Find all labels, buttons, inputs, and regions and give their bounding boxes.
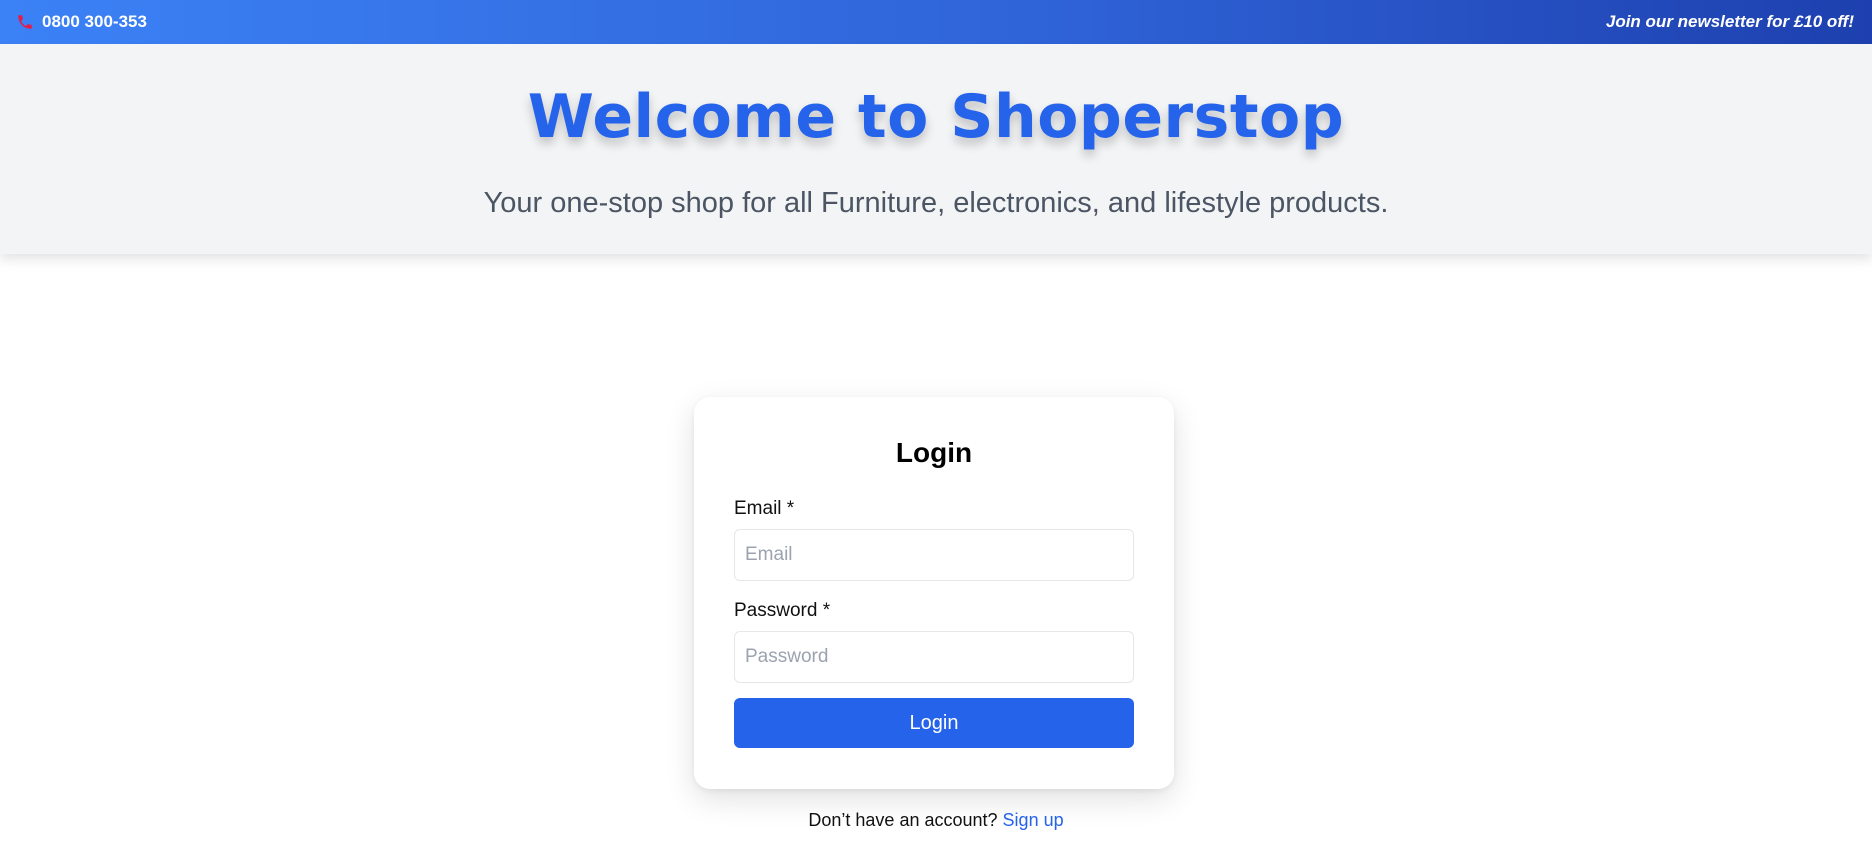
signup-prompt-text: Don’t have an account? bbox=[808, 810, 998, 830]
phone-contact[interactable]: 0800 300-353 bbox=[16, 12, 147, 32]
page-title: Welcome to Shoperstop bbox=[527, 82, 1345, 152]
phone-number: 0800 300-353 bbox=[42, 12, 147, 31]
hero-banner: Welcome to Shoperstop Your one-stop shop… bbox=[0, 44, 1872, 254]
email-field[interactable] bbox=[734, 529, 1134, 581]
phone-icon bbox=[16, 13, 34, 31]
email-label: Email * bbox=[734, 498, 795, 519]
newsletter-promo[interactable]: Join our newsletter for £10 off! bbox=[1606, 12, 1854, 32]
password-field[interactable] bbox=[734, 631, 1134, 683]
password-label: Password * bbox=[734, 600, 831, 621]
signup-link[interactable]: Sign up bbox=[1003, 810, 1064, 830]
login-title: Login bbox=[895, 437, 973, 468]
login-card: Login Email * Password * Login bbox=[694, 397, 1174, 789]
page-subtitle: Your one-stop shop for all Furniture, el… bbox=[483, 187, 1389, 219]
top-bar: 0800 300-353 Join our newsletter for £10… bbox=[0, 0, 1872, 44]
signup-prompt: Don’t have an account? Sign up bbox=[0, 810, 1872, 831]
login-button[interactable]: Login bbox=[734, 698, 1134, 748]
